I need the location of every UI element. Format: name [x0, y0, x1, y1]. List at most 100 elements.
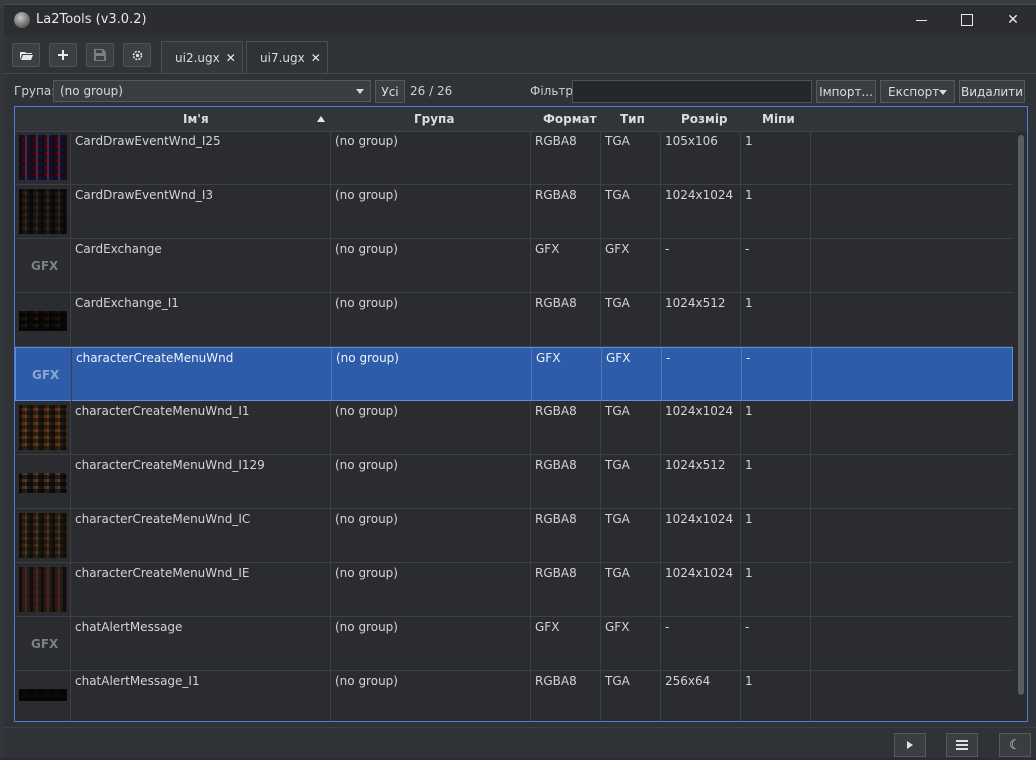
table-row[interactable]: characterCreateMenuWnd_IC (no group) RGBA8… — [15, 509, 1013, 563]
texture-preview-image — [19, 513, 67, 558]
column-header-format[interactable]: Формат — [543, 112, 597, 126]
maximize-icon — [961, 14, 973, 26]
all-groups-button[interactable]: Усі — [375, 80, 405, 103]
gfx-thumbnail: GFX — [15, 617, 71, 670]
close-tab-icon[interactable]: ✕ — [311, 51, 321, 65]
cell-group: (no group) — [331, 293, 531, 346]
plus-icon — [58, 50, 68, 60]
settings-button[interactable] — [123, 43, 151, 67]
cell-empty — [811, 401, 1013, 454]
cell-format: GFX — [532, 348, 602, 401]
column-header-name[interactable]: Ім'я — [183, 112, 209, 126]
app-window: La2Tools (v3.0.2) ✕ ui2.ugx ✕ ui7.ugx ✕ — [4, 4, 1036, 758]
cell-group: (no group) — [331, 239, 531, 292]
cell-mips: 1 — [741, 509, 811, 562]
close-icon: ✕ — [1007, 12, 1019, 28]
texture-thumbnail — [15, 401, 71, 454]
cell-size: - — [661, 239, 741, 292]
minimize-icon — [915, 19, 927, 21]
table-row[interactable]: CardExchange_I1 (no group) RGBA8 TGA 1024x51… — [15, 293, 1013, 347]
cell-format: RGBA8 — [531, 509, 601, 562]
save-button[interactable] — [86, 43, 114, 67]
table-row[interactable]: GFX chatAlertMessage (no group) GFX GFX - - — [15, 617, 1013, 671]
menu-button[interactable] — [946, 733, 978, 757]
texture-thumbnail — [15, 293, 71, 346]
cell-type: GFX — [601, 617, 661, 670]
cell-type: TGA — [601, 671, 661, 721]
moon-icon: ☾ — [1009, 737, 1021, 753]
open-button[interactable] — [12, 43, 40, 67]
tab-label: ui2.ugx — [175, 50, 220, 65]
table-row[interactable]: CardDrawEventWnd_I25 (no group) RGBA8 TGA 10… — [15, 131, 1013, 185]
cell-mips: 1 — [741, 671, 811, 721]
cell-name: CardDrawEventWnd_I3 — [71, 185, 331, 238]
cell-mips: 1 — [741, 401, 811, 454]
play-icon — [907, 741, 913, 749]
table-row[interactable]: characterCreateMenuWnd_I129 (no group) RGB… — [15, 455, 1013, 509]
add-button[interactable] — [49, 43, 77, 67]
table-row[interactable]: characterCreateMenuWnd_I1 (no group) RGBA8… — [15, 401, 1013, 455]
tab-ui2[interactable]: ui2.ugx ✕ — [161, 41, 243, 73]
status-bar: ☾ — [4, 727, 1036, 760]
window-title: La2Tools (v3.0.2) — [36, 12, 147, 27]
cell-format: RGBA8 — [531, 293, 601, 346]
cell-group: (no group) — [332, 348, 532, 401]
cell-type: GFX — [601, 239, 661, 292]
item-count: 26 / 26 — [410, 84, 453, 98]
column-header-group[interactable]: Група — [414, 112, 454, 126]
play-button[interactable] — [894, 733, 926, 757]
texture-preview-image — [19, 567, 67, 612]
cell-group: (no group) — [331, 563, 531, 616]
cell-size: - — [661, 617, 741, 670]
cell-type: TGA — [601, 509, 661, 562]
cell-size: 1024x512 — [661, 455, 741, 508]
cell-group: (no group) — [331, 455, 531, 508]
table-row[interactable]: chatAlertMessage_I1 (no group) RGBA8 TGA 256… — [15, 671, 1013, 721]
vertical-scrollbar[interactable] — [1015, 131, 1027, 721]
chevron-down-icon — [356, 89, 364, 94]
close-window-button[interactable]: ✕ — [990, 5, 1036, 35]
cell-format: RGBA8 — [531, 131, 601, 184]
cell-type: TGA — [601, 185, 661, 238]
filter-label: Фільтр: — [530, 84, 578, 98]
texture-preview-image — [19, 473, 67, 493]
column-header-mips[interactable]: Міпи — [762, 112, 795, 126]
table-row[interactable]: GFX characterCreateMenuWnd (no group) GFX GF… — [15, 347, 1013, 401]
import-button[interactable]: Імпорт... — [816, 80, 876, 103]
cell-mips: 1 — [741, 455, 811, 508]
cell-group: (no group) — [331, 401, 531, 454]
filter-input[interactable] — [572, 80, 812, 103]
cell-name: characterCreateMenuWnd_IE — [71, 563, 331, 616]
table-row[interactable]: characterCreateMenuWnd_IE (no group) RGBA8… — [15, 563, 1013, 617]
tab-ui7[interactable]: ui7.ugx ✕ — [246, 41, 328, 73]
cell-type: TGA — [601, 563, 661, 616]
minimize-button[interactable] — [898, 5, 944, 35]
table-row[interactable]: CardDrawEventWnd_I3 (no group) RGBA8 TGA 102… — [15, 185, 1013, 239]
cell-empty — [811, 563, 1013, 616]
theme-toggle-button[interactable]: ☾ — [999, 733, 1031, 757]
cell-empty — [811, 617, 1013, 670]
close-tab-icon[interactable]: ✕ — [226, 51, 236, 65]
gfx-thumbnail: GFX — [16, 348, 72, 401]
maximize-button[interactable] — [944, 5, 990, 35]
column-header-type[interactable]: Тип — [620, 112, 645, 126]
export-button[interactable]: Експорт — [880, 80, 955, 103]
column-header-size[interactable]: Розмір — [681, 112, 728, 126]
group-select[interactable]: (no group) — [53, 80, 371, 102]
cell-format: RGBA8 — [531, 455, 601, 508]
texture-thumbnail — [15, 563, 71, 616]
cell-format: RGBA8 — [531, 401, 601, 454]
cell-format: RGBA8 — [531, 563, 601, 616]
title-bar[interactable]: La2Tools (v3.0.2) ✕ — [4, 5, 1036, 35]
cell-empty — [811, 671, 1013, 721]
chevron-down-icon — [939, 90, 947, 95]
group-label: Група: — [14, 84, 56, 98]
cell-mips: - — [742, 348, 812, 401]
sort-ascending-icon — [317, 116, 325, 122]
texture-preview-image — [19, 189, 67, 234]
delete-button[interactable]: Видалити — [959, 80, 1025, 103]
scrollbar-thumb[interactable] — [1018, 135, 1024, 695]
cell-size: 1024x512 — [661, 293, 741, 346]
cell-mips: 1 — [741, 293, 811, 346]
table-row[interactable]: GFX CardExchange (no group) GFX GFX - - — [15, 239, 1013, 293]
